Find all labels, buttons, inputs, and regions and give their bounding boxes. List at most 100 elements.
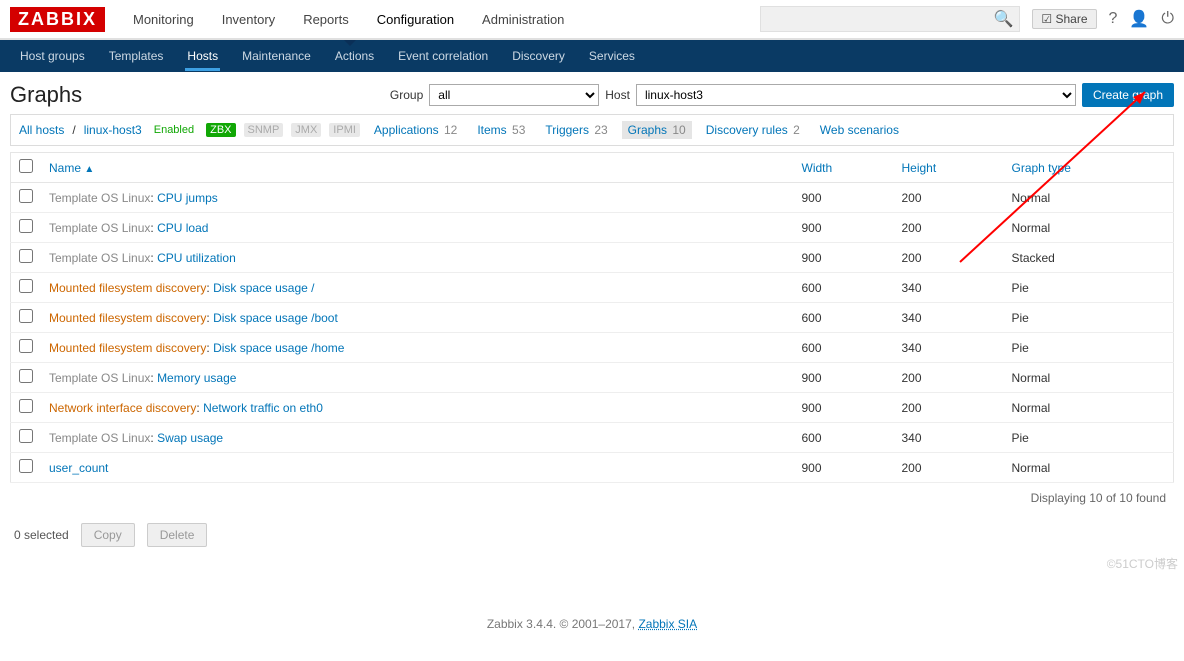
row-checkbox[interactable] <box>19 459 33 473</box>
row-width: 900 <box>794 183 894 213</box>
table-row: user_count900200Normal <box>11 453 1174 483</box>
sort-asc-icon: ▲ <box>84 164 94 175</box>
row-type: Pie <box>1004 423 1174 453</box>
subnav-host-groups[interactable]: Host groups <box>18 41 87 71</box>
jmx-badge: JMX <box>291 123 321 137</box>
search-input[interactable] <box>767 12 993 26</box>
copy-button[interactable]: Copy <box>81 523 135 547</box>
row-link[interactable]: CPU jumps <box>157 191 218 205</box>
row-checkbox[interactable] <box>19 309 33 323</box>
subnav-services[interactable]: Services <box>587 41 637 71</box>
row-type: Normal <box>1004 213 1174 243</box>
host-link[interactable]: linux-host3 <box>84 123 142 137</box>
row-width: 900 <box>794 393 894 423</box>
row-link[interactable]: Disk space usage /boot <box>213 311 338 325</box>
context-row: All hosts / linux-host3 Enabled ZBXSNMPJ… <box>10 114 1174 146</box>
group-select[interactable]: all <box>429 84 599 106</box>
search-box: 🔍 <box>760 6 1020 32</box>
row-height: 200 <box>894 453 1004 483</box>
enabled-badge: Enabled <box>150 123 198 137</box>
page-title: Graphs <box>10 82 82 108</box>
row-prefix: Template OS Linux <box>49 431 150 445</box>
row-height: 340 <box>894 333 1004 363</box>
zabbix-sia-link[interactable]: Zabbix SIA <box>638 617 697 631</box>
table-row: Network interface discovery: Network tra… <box>11 393 1174 423</box>
row-checkbox[interactable] <box>19 279 33 293</box>
main-nav: Monitoring Inventory Reports Configuration A… <box>119 12 578 27</box>
row-prefix: Mounted filesystem discovery <box>49 311 206 325</box>
row-type: Pie <box>1004 303 1174 333</box>
col-type[interactable]: Graph type <box>1004 153 1174 183</box>
help-icon[interactable]: ? <box>1109 10 1118 28</box>
power-icon[interactable]: ⏻ <box>1161 10 1174 28</box>
row-width: 600 <box>794 333 894 363</box>
row-link[interactable]: Network traffic on eth0 <box>203 401 323 415</box>
col-width[interactable]: Width <box>794 153 894 183</box>
row-height: 200 <box>894 183 1004 213</box>
group-label: Group <box>390 88 423 102</box>
items-link[interactable]: Items <box>477 123 506 137</box>
row-width: 600 <box>794 423 894 453</box>
graphs-link[interactable]: Graphs <box>628 123 667 137</box>
row-height: 200 <box>894 243 1004 273</box>
drules-link[interactable]: Discovery rules <box>706 123 788 137</box>
search-icon[interactable]: 🔍 <box>993 9 1013 29</box>
row-height: 200 <box>894 393 1004 423</box>
row-prefix: Template OS Linux <box>49 191 150 205</box>
graphs-table: Name ▲ Width Height Graph type Template … <box>10 152 1174 483</box>
row-prefix: Network interface discovery <box>49 401 196 415</box>
row-type: Normal <box>1004 363 1174 393</box>
row-checkbox[interactable] <box>19 219 33 233</box>
row-link[interactable]: Swap usage <box>157 431 223 445</box>
app-footer: Zabbix 3.4.4. © 2001–2017, Zabbix SIA <box>10 617 1174 631</box>
all-hosts-link[interactable]: All hosts <box>19 123 64 137</box>
row-link[interactable]: CPU load <box>157 221 208 235</box>
host-select[interactable]: linux-host3 <box>636 84 1076 106</box>
create-graph-button[interactable]: Create graph <box>1082 83 1174 107</box>
row-link[interactable]: Disk space usage /home <box>213 341 344 355</box>
subnav-event-correlation[interactable]: Event correlation <box>396 41 490 71</box>
nav-inventory[interactable]: Inventory <box>222 12 275 27</box>
watermark: ©51CTO博客 <box>1107 555 1178 572</box>
row-checkbox[interactable] <box>19 429 33 443</box>
nav-administration[interactable]: Administration <box>482 12 564 27</box>
nav-configuration[interactable]: Configuration <box>377 12 454 27</box>
row-link[interactable]: user_count <box>49 461 108 475</box>
applications-link[interactable]: Applications <box>374 123 439 137</box>
row-checkbox[interactable] <box>19 369 33 383</box>
subnav-discovery[interactable]: Discovery <box>510 41 567 71</box>
row-type: Normal <box>1004 453 1174 483</box>
web-link[interactable]: Web scenarios <box>820 123 899 137</box>
row-width: 900 <box>794 213 894 243</box>
logo: ZABBIX <box>10 7 105 32</box>
table-row: Template OS Linux: Memory usage900200Nor… <box>11 363 1174 393</box>
row-checkbox[interactable] <box>19 249 33 263</box>
triggers-link[interactable]: Triggers <box>545 123 589 137</box>
share-button[interactable]: ☑ Share <box>1032 9 1096 29</box>
subnav-templates[interactable]: Templates <box>107 41 166 71</box>
nav-monitoring[interactable]: Monitoring <box>133 12 194 27</box>
row-height: 340 <box>894 423 1004 453</box>
delete-button[interactable]: Delete <box>147 523 208 547</box>
row-link[interactable]: Memory usage <box>157 371 236 385</box>
row-link[interactable]: Disk space usage / <box>213 281 314 295</box>
col-name[interactable]: Name ▲ <box>41 153 794 183</box>
row-prefix: Template OS Linux <box>49 371 150 385</box>
row-checkbox[interactable] <box>19 339 33 353</box>
row-checkbox[interactable] <box>19 399 33 413</box>
row-checkbox[interactable] <box>19 189 33 203</box>
col-height[interactable]: Height <box>894 153 1004 183</box>
subnav-maintenance[interactable]: Maintenance <box>240 41 313 71</box>
subnav-hosts[interactable]: Hosts <box>185 41 220 71</box>
row-height: 200 <box>894 363 1004 393</box>
user-icon[interactable]: 👤 <box>1129 9 1149 29</box>
select-all-checkbox[interactable] <box>19 159 33 173</box>
row-prefix: Template OS Linux <box>49 221 150 235</box>
table-row: Template OS Linux: CPU load900200Normal <box>11 213 1174 243</box>
table-row: Template OS Linux: Swap usage600340Pie <box>11 423 1174 453</box>
nav-reports[interactable]: Reports <box>303 12 349 27</box>
row-width: 600 <box>794 303 894 333</box>
row-width: 900 <box>794 363 894 393</box>
table-row: Template OS Linux: CPU jumps900200Normal <box>11 183 1174 213</box>
row-link[interactable]: CPU utilization <box>157 251 236 265</box>
